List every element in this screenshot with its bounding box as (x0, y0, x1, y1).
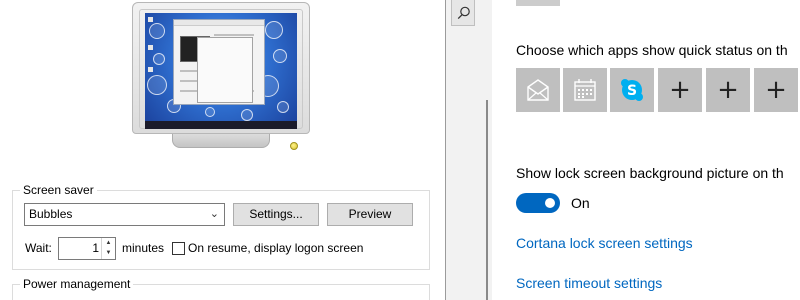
calendar-icon (574, 79, 596, 101)
chevron-down-icon: ⌄ (209, 208, 219, 220)
search-button[interactable] (451, 0, 475, 26)
plus-icon: + (765, 75, 787, 105)
toggle-state-label: On (571, 195, 590, 211)
plus-icon: + (717, 75, 739, 105)
power-led-icon (290, 142, 298, 150)
quick-status-mail-tile[interactable] (516, 68, 560, 112)
quick-status-skype-tile[interactable]: S (610, 68, 654, 112)
spin-down-icon[interactable]: ▼ (102, 248, 115, 258)
monitor-preview (132, 2, 310, 154)
power-management-group-label: Power management (20, 277, 134, 291)
screen-saver-dialog: Screen saver Bubbles ⌄ Settings... Previ… (0, 0, 445, 300)
svg-text:S: S (627, 83, 637, 99)
background-picture-heading: Show lock screen background picture on t… (516, 165, 784, 181)
spin-up-icon[interactable]: ▲ (102, 238, 115, 248)
search-icon (457, 6, 470, 20)
preview-settings-window (197, 37, 253, 103)
on-resume-label[interactable]: On resume, display logon screen (188, 241, 363, 255)
quick-status-add-tile-1[interactable]: + (658, 68, 702, 112)
wait-minutes-stepper[interactable]: 1 ▲ ▼ (58, 237, 116, 260)
preview-button[interactable]: Preview (327, 203, 413, 226)
minutes-label: minutes (122, 241, 165, 255)
scrollbar[interactable] (486, 100, 488, 300)
skype-icon: S (621, 79, 643, 101)
wait-label: Wait: (25, 241, 52, 255)
screen-saver-group-label: Screen saver (20, 183, 97, 197)
settings-button[interactable]: Settings... (233, 203, 319, 226)
wait-minutes-value: 1 (92, 241, 99, 255)
preview-screen (145, 13, 297, 129)
quick-status-calendar-tile[interactable] (563, 68, 607, 112)
lock-screen-settings-page: Choose which apps show quick status on t… (492, 0, 800, 300)
quick-status-add-tile-3[interactable]: + (754, 68, 798, 112)
screen-saver-select[interactable]: Bubbles ⌄ (24, 203, 225, 226)
monitor-stand (172, 134, 270, 148)
monitor-frame (132, 2, 310, 134)
quick-status-add-tile-2[interactable]: + (706, 68, 750, 112)
screen-timeout-settings-link[interactable]: Screen timeout settings (516, 275, 662, 291)
background-picture-toggle[interactable] (516, 193, 560, 213)
mail-icon (527, 79, 549, 101)
previous-control[interactable] (516, 0, 560, 6)
cortana-lock-screen-settings-link[interactable]: Cortana lock screen settings (516, 235, 693, 251)
screen-saver-selected-value: Bubbles (29, 207, 73, 221)
preview-taskbar (145, 121, 297, 129)
quick-status-heading: Choose which apps show quick status on t… (516, 42, 788, 58)
on-resume-checkbox[interactable] (172, 242, 185, 255)
toggle-knob (545, 198, 555, 208)
plus-icon: + (669, 75, 691, 105)
